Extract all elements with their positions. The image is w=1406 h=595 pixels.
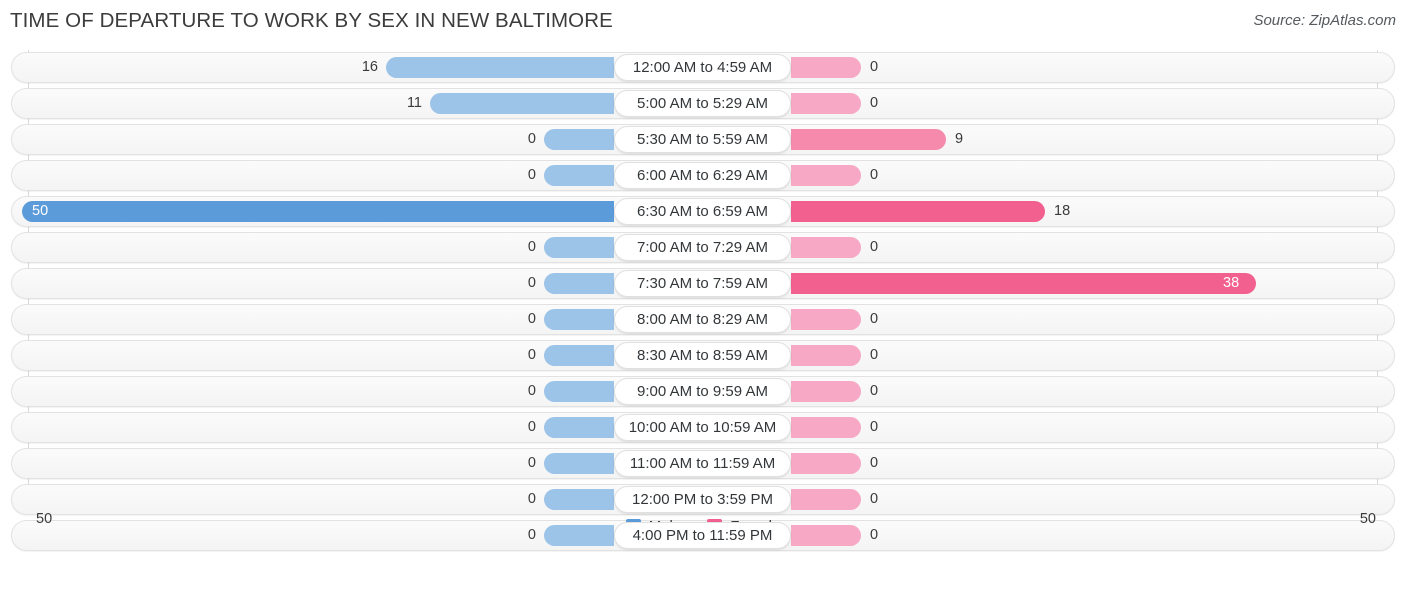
- category-label: 6:00 AM to 6:29 AM: [614, 162, 791, 189]
- source-attribution: Source: ZipAtlas.com: [1253, 12, 1396, 29]
- bar-male: [544, 237, 614, 258]
- value-label-male: 0: [527, 239, 536, 255]
- category-label: 6:30 AM to 6:59 AM: [614, 198, 791, 225]
- bar-male: [544, 309, 614, 330]
- chart-row: 0 0 8:30 AM to 8:59 AM: [0, 338, 1406, 374]
- bar-male: [544, 165, 614, 186]
- bar-female: [791, 453, 861, 474]
- category-label: 9:00 AM to 9:59 AM: [614, 378, 791, 405]
- category-label: 10:00 AM to 10:59 AM: [614, 414, 791, 441]
- chart-rows: 16 0 12:00 AM to 4:59 AM 11 0 5:00 AM to 5:29…: [0, 50, 1406, 554]
- bar-male: [430, 93, 614, 114]
- value-label-female: 0: [870, 167, 879, 183]
- value-label-male: 0: [527, 455, 536, 471]
- chart-row: 50 18 6:30 AM to 6:59 AM: [0, 194, 1406, 230]
- category-label: 12:00 PM to 3:59 PM: [614, 486, 791, 513]
- page-title: TIME OF DEPARTURE TO WORK BY SEX IN NEW …: [10, 9, 613, 32]
- value-label-male: 0: [527, 383, 536, 399]
- chart-row: 0 0 7:00 AM to 7:29 AM: [0, 230, 1406, 266]
- bar-female: [791, 309, 861, 330]
- value-label-female: 18: [1054, 203, 1071, 219]
- chart-row: 0 0 10:00 AM to 10:59 AM: [0, 410, 1406, 446]
- bar-female: [791, 417, 861, 438]
- value-label-male: 0: [527, 167, 536, 183]
- bar-male: [544, 489, 614, 510]
- value-label-female: 0: [870, 95, 879, 111]
- bar-female: [791, 345, 861, 366]
- value-label-male: 0: [527, 419, 536, 435]
- bar-male: [544, 273, 614, 294]
- value-label-female: 0: [870, 59, 879, 75]
- value-label-female: 0: [870, 311, 879, 327]
- chart-row: 0 0 11:00 AM to 11:59 AM: [0, 446, 1406, 482]
- bar-female: [791, 201, 1045, 222]
- bar-female: [791, 489, 861, 510]
- category-label: 7:30 AM to 7:59 AM: [614, 270, 791, 297]
- value-label-female: 0: [870, 347, 879, 363]
- bar-female: [791, 273, 1256, 294]
- chart-row: 0 0 12:00 PM to 3:59 PM: [0, 482, 1406, 518]
- category-label: 8:30 AM to 8:59 AM: [614, 342, 791, 369]
- bar-female: [791, 57, 861, 78]
- value-label-male: 0: [527, 131, 536, 147]
- value-label-female: 0: [870, 455, 879, 471]
- chart-header: TIME OF DEPARTURE TO WORK BY SEX IN NEW …: [0, 0, 1406, 46]
- chart-row: 0 0 8:00 AM to 8:29 AM: [0, 302, 1406, 338]
- category-label: 5:30 AM to 5:59 AM: [614, 126, 791, 153]
- category-label: 11:00 AM to 11:59 AM: [614, 450, 791, 477]
- bar-female: [791, 237, 861, 258]
- category-label: 7:00 AM to 7:29 AM: [614, 234, 791, 261]
- category-label: 5:00 AM to 5:29 AM: [614, 90, 791, 117]
- value-label-male: 11: [406, 95, 422, 111]
- bar-male: [544, 453, 614, 474]
- chart-row: 0 38 7:30 AM to 7:59 AM: [0, 266, 1406, 302]
- bar-male: [544, 345, 614, 366]
- bar-female: [791, 381, 861, 402]
- chart-row: 16 0 12:00 AM to 4:59 AM: [0, 50, 1406, 86]
- value-label-female: 38: [1223, 275, 1240, 291]
- chart-row: 0 0 9:00 AM to 9:59 AM: [0, 374, 1406, 410]
- bar-male: [544, 381, 614, 402]
- category-label: 4:00 PM to 11:59 PM: [614, 522, 791, 549]
- bar-male: [386, 57, 614, 78]
- chart-row: 0 0 6:00 AM to 6:29 AM: [0, 158, 1406, 194]
- chart-row: 0 9 5:30 AM to 5:59 AM: [0, 122, 1406, 158]
- value-label-female: 0: [870, 419, 879, 435]
- bar-male: [544, 129, 614, 150]
- bar-female: [791, 165, 861, 186]
- value-label-female: 0: [870, 383, 879, 399]
- value-label-male: 50: [32, 203, 49, 219]
- value-label-male: 0: [527, 275, 536, 291]
- bar-male: [544, 417, 614, 438]
- chart-plot-area: 16 0 12:00 AM to 4:59 AM 11 0 5:00 AM to 5:29…: [0, 46, 1406, 551]
- value-label-male: 0: [527, 311, 536, 327]
- bar-male: [22, 201, 614, 222]
- value-label-female: 0: [870, 491, 879, 507]
- value-label-male: 0: [527, 491, 536, 507]
- category-label: 12:00 AM to 4:59 AM: [614, 54, 791, 81]
- chart-row: 11 0 5:00 AM to 5:29 AM: [0, 86, 1406, 122]
- bar-female: [791, 93, 861, 114]
- bar-female: [791, 129, 946, 150]
- value-label-female: 0: [870, 239, 879, 255]
- category-label: 8:00 AM to 8:29 AM: [614, 306, 791, 333]
- value-label-female: 9: [955, 131, 964, 147]
- value-label-male: 0: [527, 347, 536, 363]
- value-label-male: 16: [361, 59, 378, 75]
